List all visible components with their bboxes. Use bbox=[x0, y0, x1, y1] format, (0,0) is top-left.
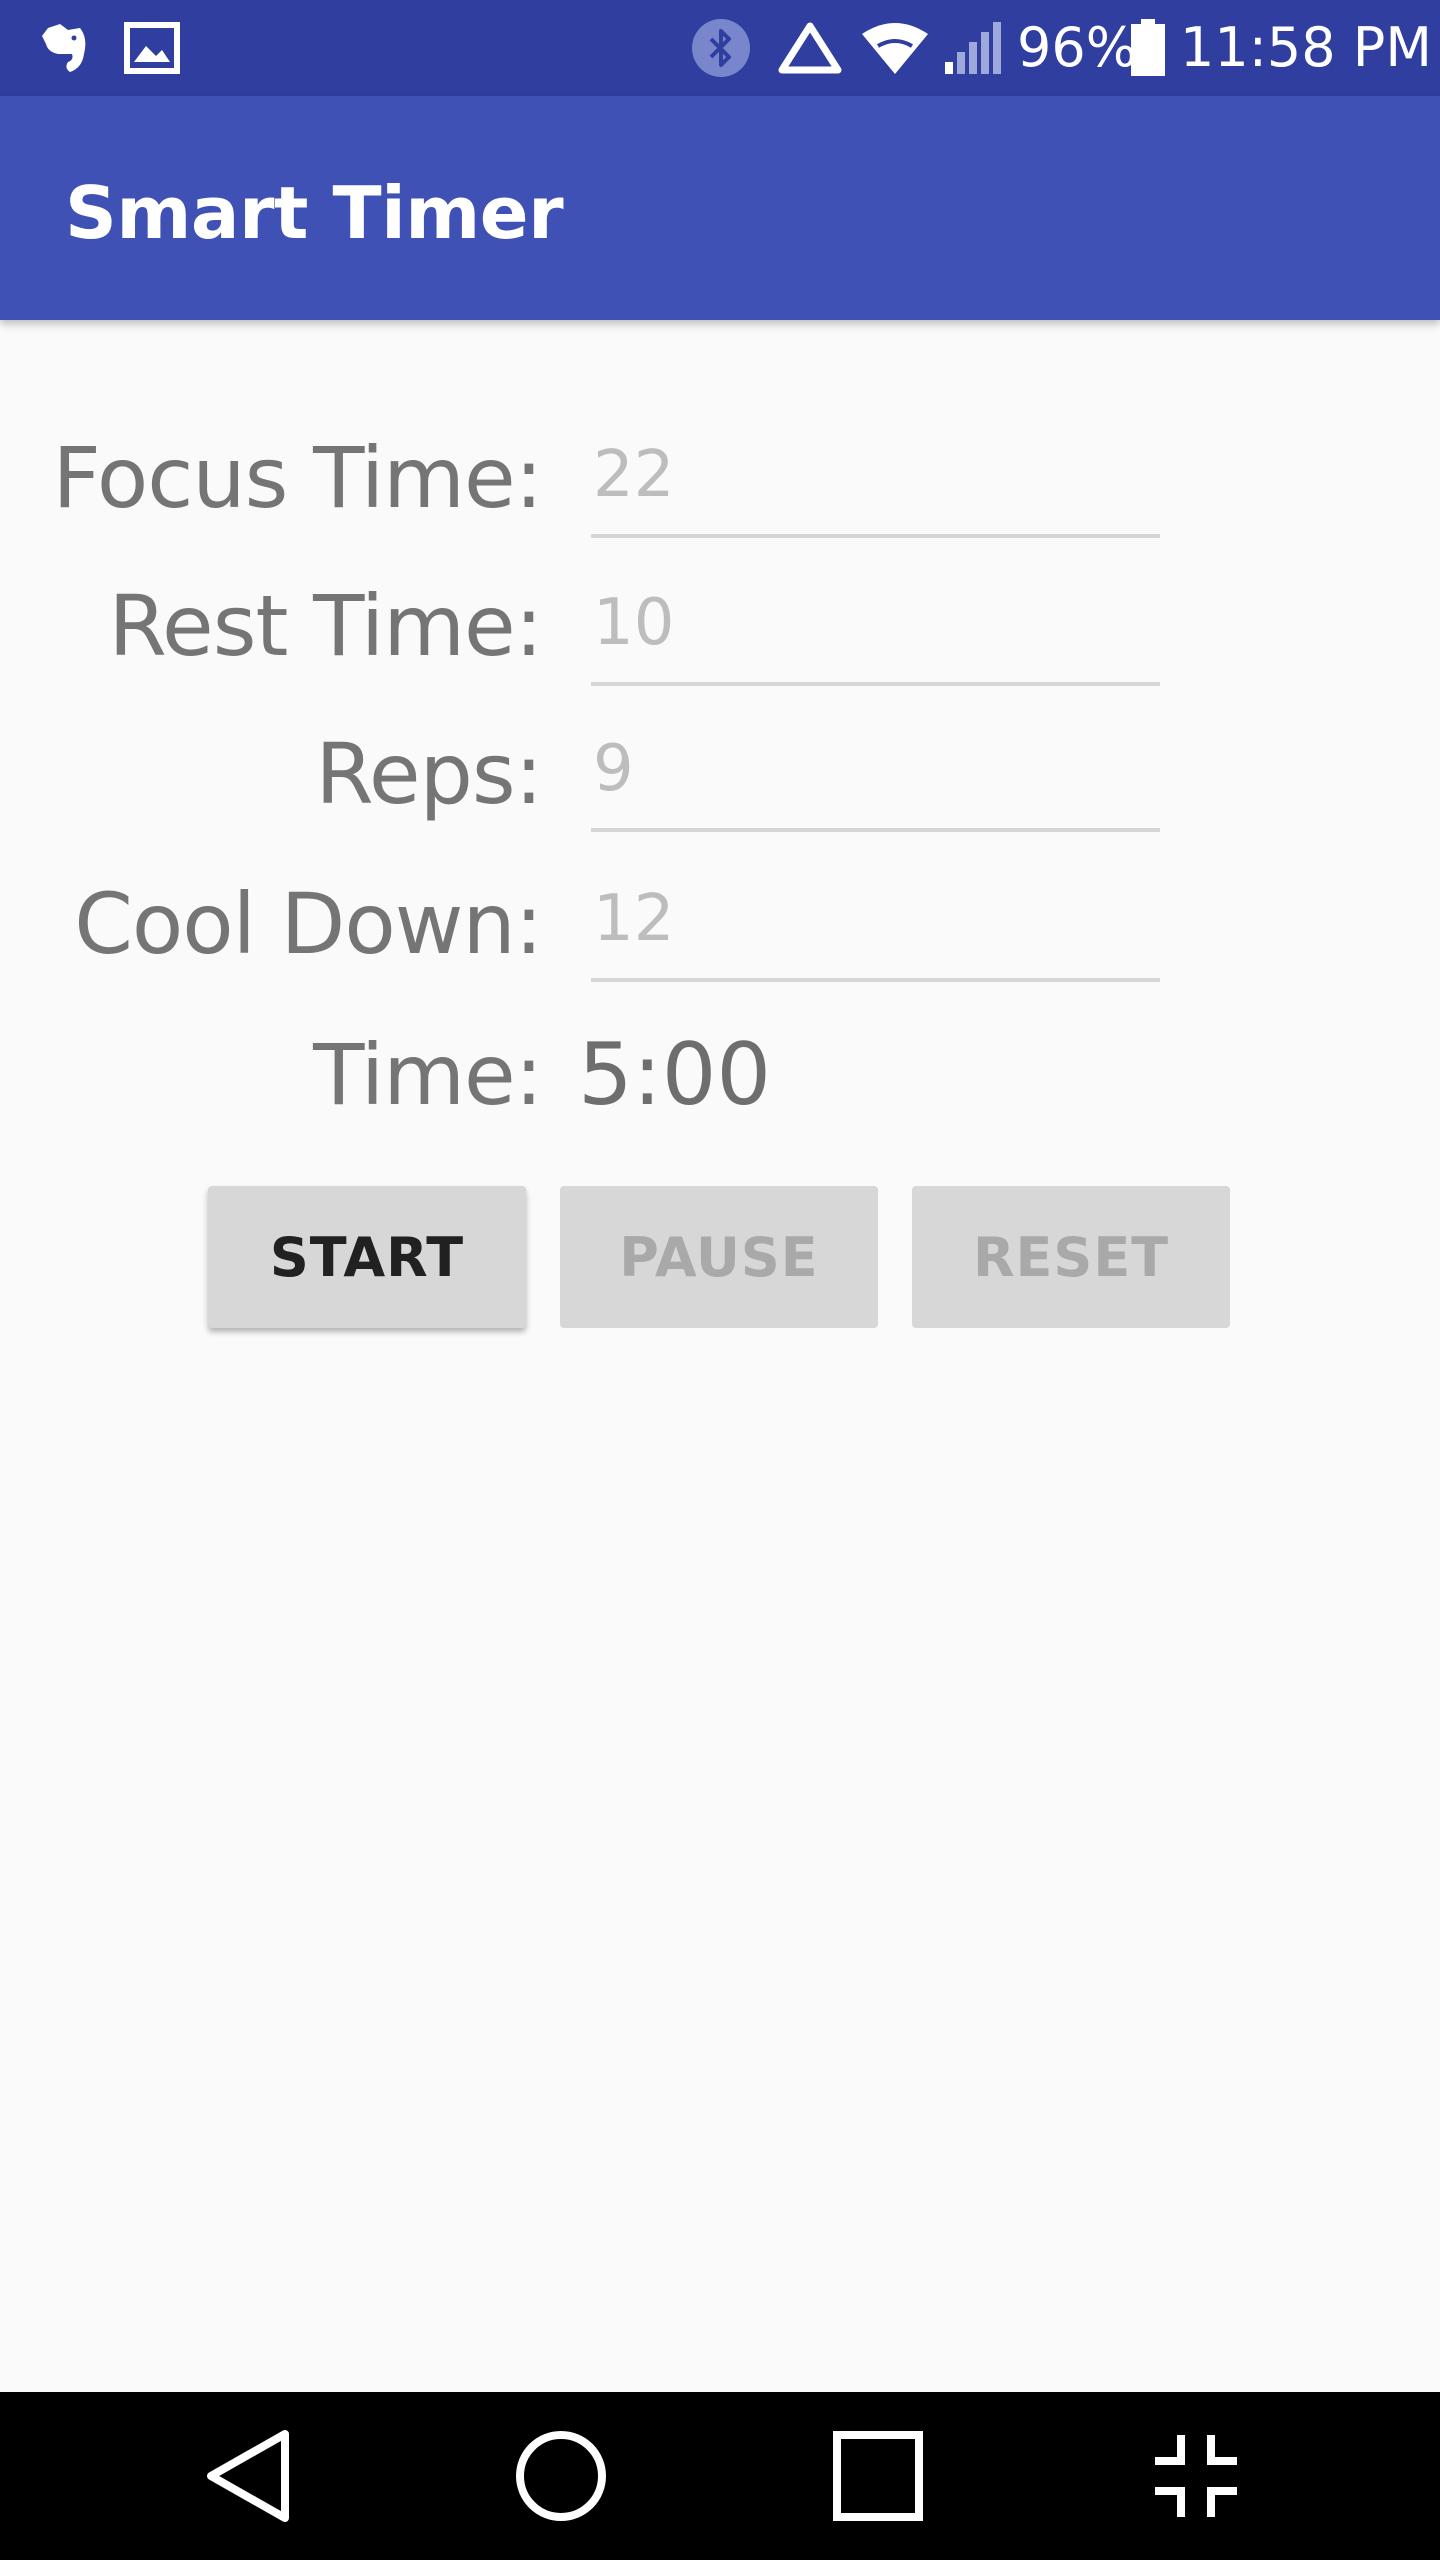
cool-down-label: Cool Down: bbox=[74, 875, 543, 973]
wifi-icon bbox=[860, 18, 930, 78]
cell-signal-icon bbox=[940, 18, 1002, 78]
time-value: 5:00 bbox=[578, 1025, 772, 1125]
focus-time-input[interactable] bbox=[591, 428, 1160, 538]
cool-down-input[interactable] bbox=[591, 872, 1160, 982]
back-icon[interactable] bbox=[198, 2426, 298, 2526]
clock: 11:58 PM bbox=[1180, 16, 1432, 79]
image-icon bbox=[122, 18, 182, 78]
pause-button[interactable]: PAUSE bbox=[560, 1186, 878, 1328]
bluetooth-icon bbox=[690, 18, 752, 78]
evernote-icon bbox=[34, 18, 94, 78]
app-title: Smart Timer bbox=[65, 171, 564, 255]
status-bar: 96% 11:58 PM bbox=[0, 0, 1440, 96]
navigation-bar bbox=[0, 2392, 1440, 2560]
app-bar: Smart Timer bbox=[0, 96, 1440, 320]
exit-fullscreen-icon[interactable] bbox=[1146, 2426, 1246, 2526]
start-button[interactable]: START bbox=[208, 1186, 526, 1328]
reps-input[interactable] bbox=[591, 722, 1160, 832]
rest-time-input[interactable] bbox=[591, 576, 1160, 686]
reset-button[interactable]: RESET bbox=[912, 1186, 1230, 1328]
rest-time-label: Rest Time: bbox=[108, 577, 543, 675]
data-saver-icon bbox=[775, 18, 845, 78]
focus-time-label: Focus Time: bbox=[52, 429, 543, 527]
home-icon[interactable] bbox=[511, 2426, 611, 2526]
battery-icon bbox=[1128, 18, 1168, 78]
recents-icon[interactable] bbox=[828, 2426, 928, 2526]
battery-percent: 96% bbox=[1017, 16, 1138, 79]
time-label: Time: bbox=[313, 1026, 543, 1124]
reps-label: Reps: bbox=[315, 725, 543, 823]
